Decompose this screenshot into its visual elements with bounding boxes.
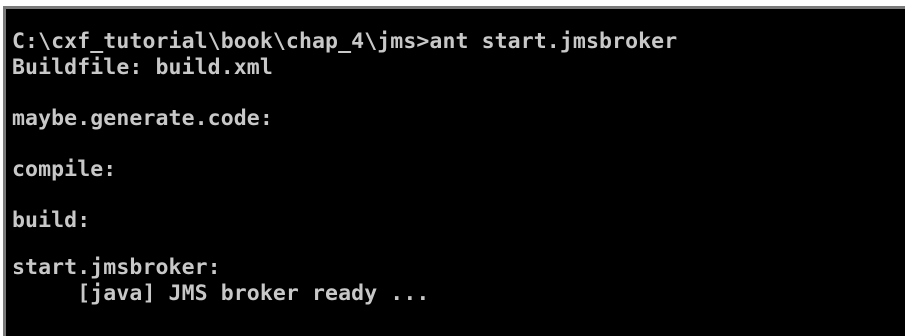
console-line: C:\cxf_tutorial\book\chap_4\jms>ant star… bbox=[12, 29, 678, 54]
console-line: [java] JMS broker ready ... bbox=[12, 281, 430, 306]
console-lines: C:\cxf_tutorial\book\chap_4\jms>ant star… bbox=[12, 31, 677, 308]
console-output[interactable]: C:\cxf_tutorial\book\chap_4\jms>ant star… bbox=[3, 6, 905, 336]
console-window: C:\cxf_tutorial\book\chap_4\jms>ant star… bbox=[0, 0, 905, 336]
console-line: build: bbox=[12, 208, 91, 233]
console-line: maybe.generate.code: bbox=[12, 106, 273, 131]
console-line: compile: bbox=[12, 157, 117, 182]
console-line: start.jmsbroker: bbox=[12, 255, 221, 280]
console-line: Buildfile: build.xml bbox=[12, 55, 273, 80]
